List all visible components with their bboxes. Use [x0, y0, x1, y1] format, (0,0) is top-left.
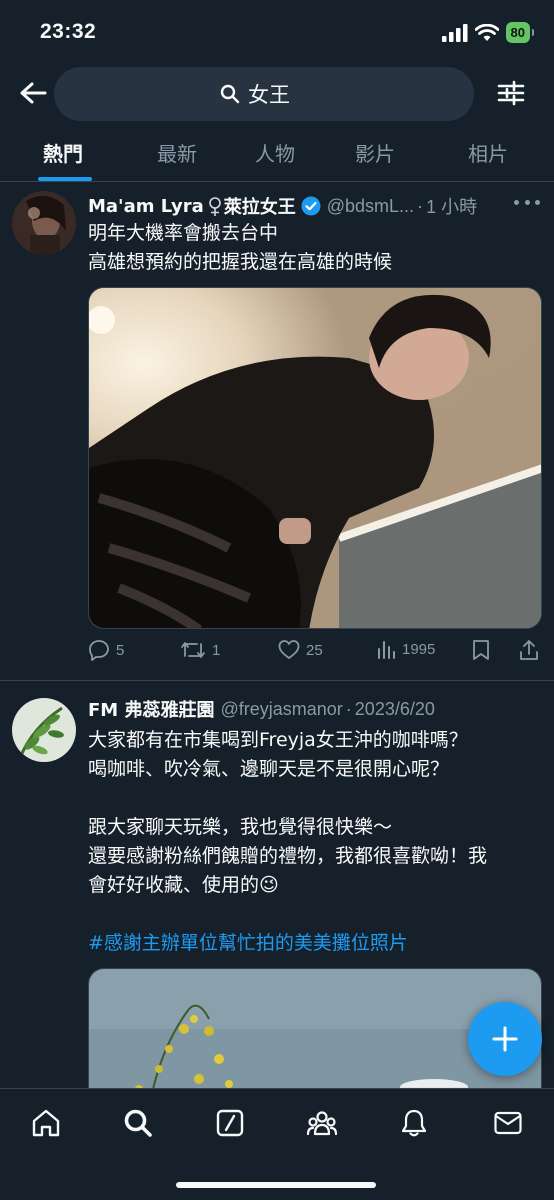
- author-name[interactable]: FM 弗蕊雅莊園: [88, 696, 214, 722]
- compose-tweet-button[interactable]: [468, 1002, 542, 1076]
- nav-home[interactable]: [28, 1105, 64, 1141]
- more-options-button[interactable]: [514, 197, 540, 207]
- search-input[interactable]: [248, 82, 308, 106]
- tweet-header: FM 弗蕊雅莊園 @freyjasmanor · 2023/6/20: [88, 694, 540, 724]
- reply-icon: [89, 640, 109, 661]
- bell-icon: [401, 1109, 427, 1137]
- analytics-icon: [378, 641, 395, 659]
- signal-icon: [441, 23, 468, 42]
- tab-videos[interactable]: 影片: [355, 138, 395, 167]
- home-indicator: [176, 1182, 376, 1188]
- tab-people[interactable]: 人物: [255, 138, 295, 167]
- sliders-icon: [497, 80, 525, 106]
- view-count: 1995: [402, 640, 436, 658]
- bookmark-icon: [473, 640, 489, 660]
- gender-symbol-icon: [208, 197, 221, 216]
- tab-photos[interactable]: 相片: [468, 138, 508, 167]
- avatar[interactable]: [12, 698, 76, 762]
- author-name-suffix[interactable]: 萊拉女王: [224, 193, 296, 219]
- heart-icon: [278, 640, 300, 659]
- home-icon: [32, 1109, 60, 1137]
- tweet-actions: 5 1 25 1995: [88, 639, 540, 669]
- status-bar: 23:32 80: [0, 0, 554, 62]
- search-icon: [220, 84, 240, 104]
- hashtag-link[interactable]: #感謝主辦單位幫忙拍的美美攤位照片: [88, 929, 536, 958]
- tab-top[interactable]: 熱門: [43, 138, 83, 167]
- mail-icon: [494, 1111, 522, 1135]
- search-header: [0, 62, 554, 126]
- nav-communities[interactable]: [304, 1105, 340, 1141]
- back-button[interactable]: [18, 76, 48, 110]
- status-time: 23:32: [40, 20, 97, 43]
- nav-notifications[interactable]: [396, 1105, 432, 1141]
- like-count: 25: [306, 641, 323, 659]
- communities-icon: [306, 1111, 338, 1136]
- grok-icon: [216, 1109, 244, 1137]
- tweet-photo[interactable]: [88, 287, 542, 629]
- search-icon: [124, 1109, 152, 1137]
- search-tabs: 熱門 最新 人物 影片 相片: [0, 126, 554, 182]
- nav-search[interactable]: [120, 1105, 156, 1141]
- plus-icon: [492, 1026, 518, 1052]
- battery-indicator: 80: [505, 22, 535, 43]
- winking-face-emoji: 😉: [259, 874, 279, 896]
- active-tab-indicator: [38, 177, 92, 181]
- retweet-icon: [181, 642, 205, 658]
- search-filter-button[interactable]: [496, 78, 526, 108]
- share-button[interactable]: [518, 639, 540, 661]
- tweet-text: 明年大機率會搬去台中 高雄想預約的把握我還在高雄的時候: [88, 222, 393, 273]
- nav-messages[interactable]: [490, 1105, 526, 1141]
- search-bar[interactable]: [54, 67, 474, 121]
- retweet-count: 1: [212, 641, 221, 659]
- author-name[interactable]: Ma'am Lyra: [88, 196, 204, 217]
- reply-button[interactable]: 5: [88, 639, 124, 661]
- wifi-icon: [474, 23, 499, 41]
- like-button[interactable]: 25: [278, 639, 323, 661]
- nav-grok[interactable]: [212, 1105, 248, 1141]
- verified-badge-icon: [301, 196, 321, 216]
- tweet-time: 1 小時: [426, 197, 478, 217]
- tweet-time: 2023/6/20: [354, 698, 435, 719]
- avatar[interactable]: [12, 191, 76, 255]
- author-handle: @freyjasmanor: [220, 698, 343, 719]
- views-button[interactable]: 1995: [376, 639, 435, 659]
- tweet[interactable]: Ma'am Lyra 萊拉女王 @bdsmL... · 1 小時 明年大機率會搬…: [0, 183, 554, 681]
- tab-latest[interactable]: 最新: [157, 138, 197, 167]
- author-handle: @bdsmL...: [326, 195, 415, 216]
- tweet-text: 大家都有在市集喝到Freyja女王沖的咖啡嗎？ 喝咖啡、吹冷氣、邊聊天是不是很開…: [88, 726, 536, 958]
- arrow-left-icon: [20, 82, 47, 104]
- retweet-button[interactable]: 1: [180, 639, 220, 661]
- share-icon: [520, 640, 538, 660]
- tweet-header: Ma'am Lyra 萊拉女王 @bdsmL... · 1 小時: [88, 191, 540, 221]
- bookmark-button[interactable]: [472, 639, 490, 661]
- status-indicators: 80: [441, 22, 535, 43]
- reply-count: 5: [116, 641, 125, 659]
